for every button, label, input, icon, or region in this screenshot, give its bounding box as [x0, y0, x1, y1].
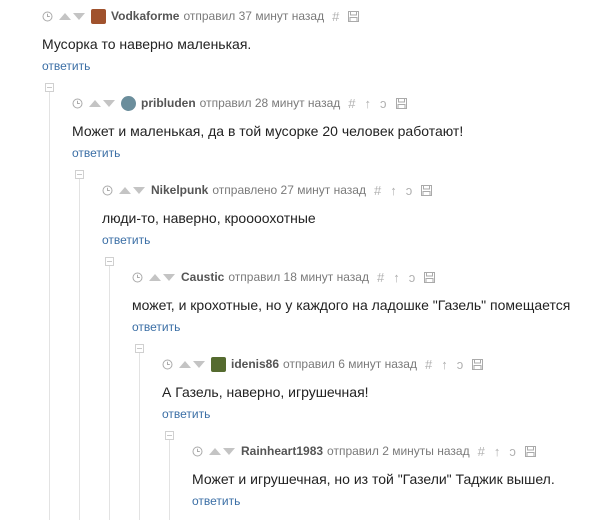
- save-icon[interactable]: [348, 10, 360, 22]
- arrow-down-icon[interactable]: [133, 186, 145, 194]
- thread-line: [169, 440, 170, 520]
- arrow-up-icon[interactable]: [179, 360, 191, 368]
- save-icon[interactable]: [524, 445, 536, 457]
- comment-text: Может и игрушечная, но из той "Газели" Т…: [192, 471, 555, 487]
- save-icon[interactable]: [395, 97, 407, 109]
- save-icon[interactable]: [472, 358, 484, 370]
- parent-arrow-icon[interactable]: ↑: [441, 357, 448, 372]
- comment-author[interactable]: Nikelpunk: [151, 183, 208, 197]
- comment-header: Caustic отправил 18 минут назад # ↑ ↄ: [132, 267, 570, 287]
- parent-arrow-icon[interactable]: ↑: [390, 183, 397, 198]
- comment-time: отправлено 27 минут назад: [212, 183, 366, 197]
- collapse-toggle[interactable]: [165, 431, 174, 440]
- comment: Rainheart1983 отправил 2 минуты назад # …: [192, 441, 555, 510]
- comment-text: Мусорка то наверно маленькая.: [42, 36, 252, 52]
- comment: idenis86 отправил 6 минут назад # ↑ ↄ А …: [162, 354, 484, 423]
- arrow-up-icon[interactable]: [149, 273, 161, 281]
- comment: pribluden отправил 28 минут назад # ↑ ↄ …: [72, 93, 463, 162]
- comment-time: отправил 37 минут назад: [183, 9, 325, 23]
- comment: Nikelpunk отправлено 27 минут назад # ↑ …: [102, 180, 433, 249]
- thread-line: [139, 353, 140, 520]
- comment-time: отправил 18 минут назад: [228, 270, 369, 284]
- parent-arrow-icon[interactable]: ↑: [494, 444, 501, 459]
- arrow-down-icon[interactable]: [73, 12, 85, 20]
- reply-link[interactable]: ответить: [132, 320, 180, 334]
- collapse-toggle[interactable]: [45, 83, 54, 92]
- avatar[interactable]: [121, 95, 136, 111]
- comment-author[interactable]: Rainheart1983: [241, 444, 323, 458]
- hash-link-icon[interactable]: #: [377, 270, 384, 285]
- arrow-up-icon[interactable]: [89, 99, 101, 107]
- comment-time: отправил 6 минут назад: [283, 357, 417, 371]
- reply-link[interactable]: ответить: [192, 494, 240, 508]
- arrow-down-icon[interactable]: [103, 99, 115, 107]
- comment-author[interactable]: idenis86: [231, 357, 279, 371]
- comment-header: pribluden отправил 28 минут назад # ↑ ↄ: [72, 93, 463, 113]
- hash-link-icon[interactable]: #: [374, 183, 381, 198]
- clock-icon[interactable]: [192, 446, 203, 457]
- hash-link-icon[interactable]: #: [478, 444, 485, 459]
- comment-text: люди-то, наверно, кроооохотные: [102, 210, 316, 226]
- branch-icon[interactable]: ↄ: [457, 357, 464, 372]
- collapse-toggle[interactable]: [105, 257, 114, 266]
- thread-line: [109, 266, 110, 520]
- comment-header: Nikelpunk отправлено 27 минут назад # ↑ …: [102, 180, 433, 200]
- avatar[interactable]: [211, 356, 226, 372]
- avatar[interactable]: [91, 8, 106, 24]
- reply-link[interactable]: ответить: [162, 407, 210, 421]
- collapse-toggle[interactable]: [75, 170, 84, 179]
- hash-link-icon[interactable]: #: [332, 9, 339, 24]
- comment-text: может, и крохотные, но у каждого на ладо…: [132, 297, 571, 313]
- hash-link-icon[interactable]: #: [425, 357, 432, 372]
- comment-header: Vodkaforme отправил 37 минут назад #: [42, 6, 360, 26]
- thread-line: [79, 179, 80, 520]
- collapse-toggle[interactable]: [135, 344, 144, 353]
- thread-line: [49, 92, 50, 520]
- parent-arrow-icon[interactable]: ↑: [393, 270, 400, 285]
- clock-icon[interactable]: [102, 185, 113, 196]
- comment-header: Rainheart1983 отправил 2 минуты назад # …: [192, 441, 555, 461]
- reply-link[interactable]: ответить: [102, 233, 150, 247]
- parent-arrow-icon[interactable]: ↑: [365, 96, 372, 111]
- clock-icon[interactable]: [162, 359, 173, 370]
- clock-icon[interactable]: [132, 272, 143, 283]
- branch-icon[interactable]: ↄ: [509, 444, 516, 459]
- branch-icon[interactable]: ↄ: [409, 270, 416, 285]
- reply-link[interactable]: ответить: [72, 146, 120, 160]
- comment-time: отправил 28 минут назад: [199, 96, 341, 110]
- clock-icon[interactable]: [72, 98, 83, 109]
- comment-time: отправил 2 минуты назад: [327, 444, 470, 458]
- clock-icon[interactable]: [42, 11, 53, 22]
- arrow-down-icon[interactable]: [193, 360, 205, 368]
- save-icon[interactable]: [424, 271, 436, 283]
- arrow-down-icon[interactable]: [223, 447, 235, 455]
- comment-header: idenis86 отправил 6 минут назад # ↑ ↄ: [162, 354, 484, 374]
- arrow-up-icon[interactable]: [209, 447, 221, 455]
- reply-link[interactable]: ответить: [42, 59, 90, 73]
- arrow-up-icon[interactable]: [119, 186, 131, 194]
- branch-icon[interactable]: ↄ: [380, 96, 387, 111]
- comment-author[interactable]: Caustic: [181, 270, 224, 284]
- comment: Vodkaforme отправил 37 минут назад # Мус…: [42, 6, 360, 75]
- hash-link-icon[interactable]: #: [348, 96, 355, 111]
- comment: Caustic отправил 18 минут назад # ↑ ↄ мо…: [132, 267, 570, 336]
- save-icon[interactable]: [421, 184, 433, 196]
- comment-author[interactable]: Vodkaforme: [111, 9, 179, 23]
- comment-text: А Газель, наверно, игрушечная!: [162, 384, 369, 400]
- arrow-down-icon[interactable]: [163, 273, 175, 281]
- arrow-up-icon[interactable]: [59, 12, 71, 20]
- branch-icon[interactable]: ↄ: [406, 183, 413, 198]
- comment-text: Может и маленькая, да в той мусорке 20 ч…: [72, 123, 464, 139]
- comment-author[interactable]: pribluden: [141, 96, 196, 110]
